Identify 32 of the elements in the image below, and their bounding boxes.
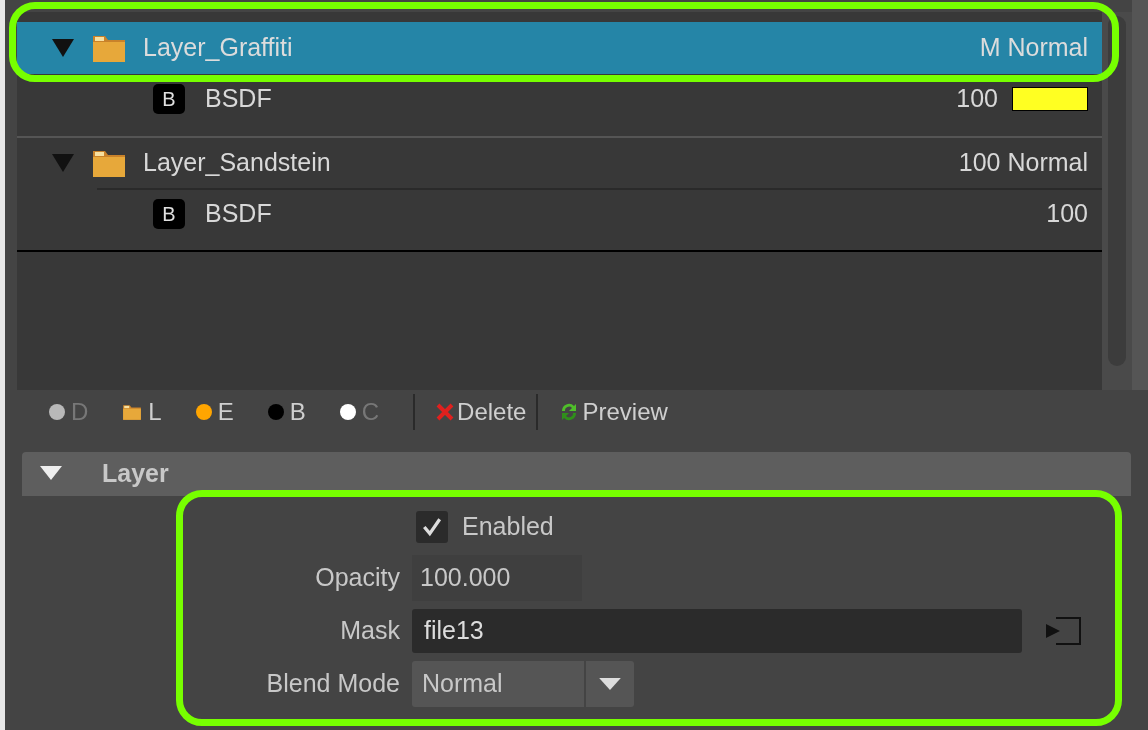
checkbox[interactable] xyxy=(416,511,448,543)
field-label: Mask xyxy=(339,615,401,647)
delete-button[interactable]: Delete xyxy=(435,394,527,430)
field-label: Opacity xyxy=(314,562,401,594)
brdf-badge-icon: B xyxy=(153,84,185,114)
filter-toggle[interactable]: L xyxy=(122,394,162,430)
collapse-triangle-icon[interactable] xyxy=(51,38,75,58)
preview-button[interactable]: Preview xyxy=(558,394,668,430)
layer-value: M Normal xyxy=(979,32,1088,64)
check-icon xyxy=(421,516,443,538)
tree-row[interactable]: B BSDF 100 xyxy=(97,188,1102,238)
blend-mode-dropdown[interactable]: Normal xyxy=(412,661,634,707)
tree-row[interactable]: Layer_Sandstein 100 Normal xyxy=(17,136,1102,188)
input-connection-icon[interactable] xyxy=(1044,616,1082,646)
layer-value: 100 xyxy=(956,83,998,115)
field-label: Blend Mode xyxy=(265,668,401,700)
scrollbar-track[interactable] xyxy=(1108,16,1126,366)
layer-value: 100 xyxy=(1046,198,1088,230)
brdf-badge-icon: B xyxy=(153,199,185,229)
layer-name: Layer_Graffiti xyxy=(143,32,293,64)
checkbox-label: Enabled xyxy=(462,511,554,543)
layer-name: BSDF xyxy=(205,83,272,115)
close-icon xyxy=(435,402,456,422)
filter-toggle[interactable]: B xyxy=(267,394,306,430)
tree-row[interactable]: B BSDF 100 xyxy=(17,74,1102,124)
filter-toggle[interactable]: E xyxy=(195,394,234,430)
input-field[interactable]: 100.000 xyxy=(412,555,582,601)
layer-value: 100 Normal xyxy=(958,147,1088,179)
layer-name: Layer_Sandstein xyxy=(143,147,331,179)
layer-name: BSDF xyxy=(205,198,272,230)
input-field[interactable]: file13 xyxy=(412,609,1022,653)
folder-icon xyxy=(122,403,143,421)
